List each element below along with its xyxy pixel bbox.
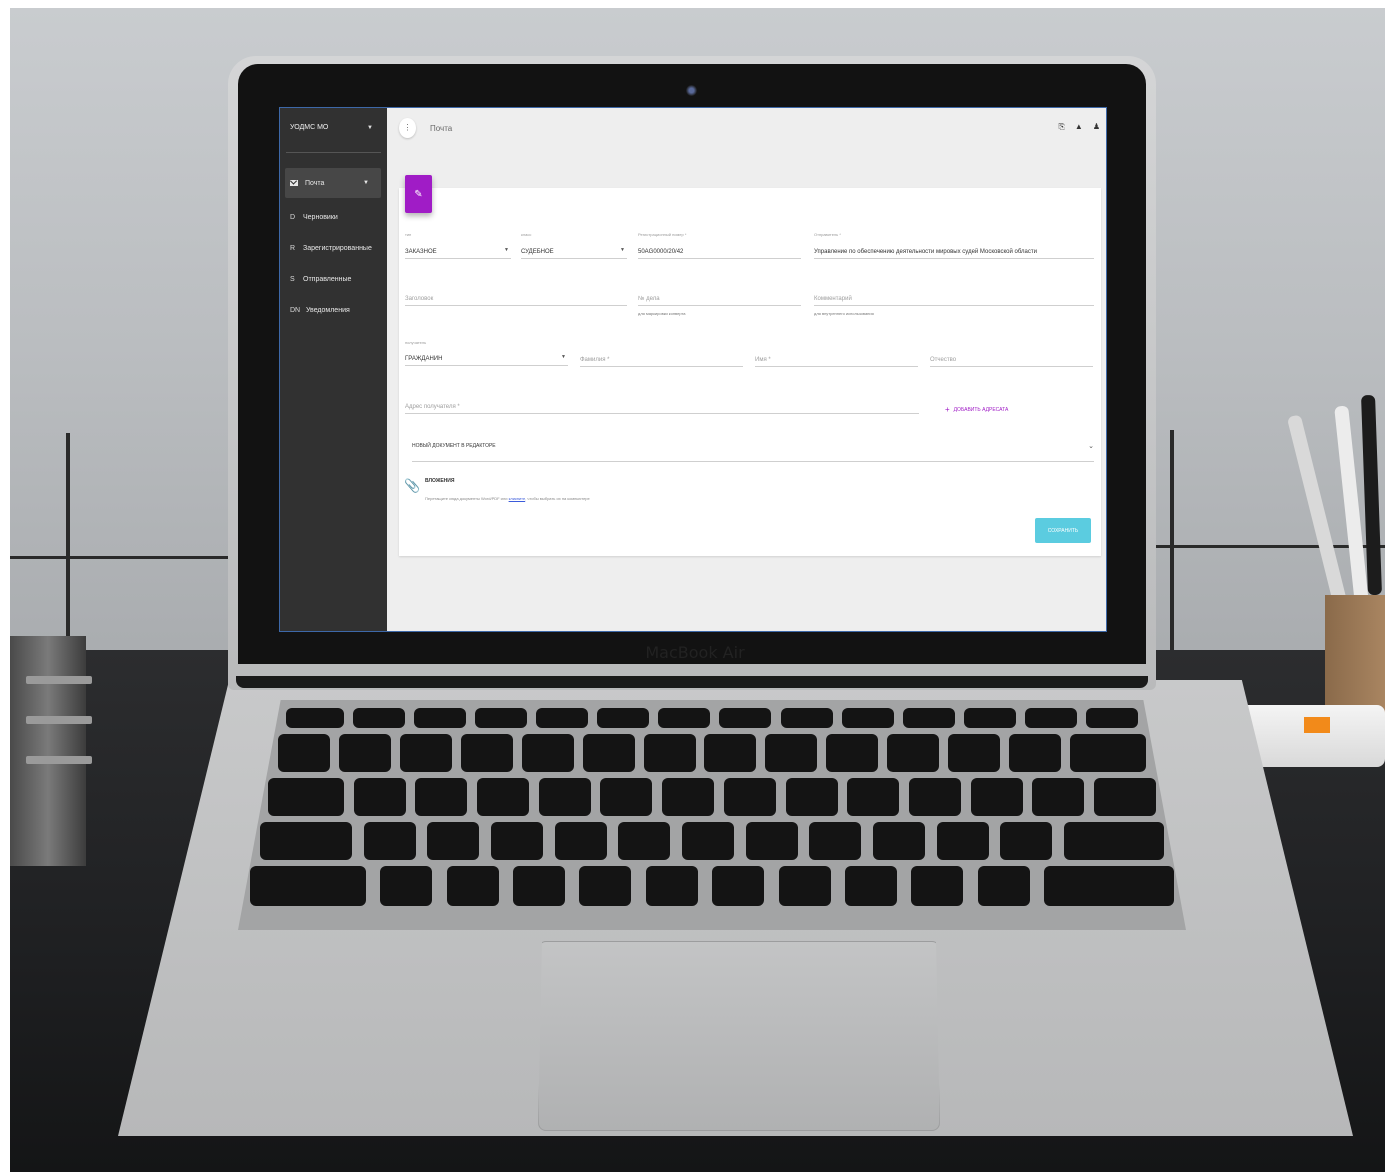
comment-placeholder: Комментарий (814, 296, 852, 302)
sidebar-item-mail[interactable]: Почта ▼ (285, 168, 381, 198)
last-name-field[interactable]: Фамилия * (580, 348, 743, 367)
app-screen: УОДМС МО ▼ Почта ▼ D Черновики R Зарегис… (279, 107, 1107, 632)
sidebar-item-mark: D (290, 213, 296, 221)
chevron-down-icon: ⌄ (1088, 442, 1094, 450)
wall-tile-line (1170, 430, 1174, 650)
sidebar-item-label: Почта (305, 179, 325, 187)
more-vert-icon[interactable]: ⋮ (399, 118, 416, 138)
comment-field[interactable]: Комментарий (814, 288, 1094, 306)
sidebar-item-label: Уведомления (306, 306, 350, 314)
laptop-hinge (236, 676, 1148, 688)
sender-value: Управление по обеспечению деятельности м… (814, 249, 1037, 255)
sidebar-item-registered[interactable]: R Зарегистрированные (285, 233, 381, 263)
class-value: СУДЕБНОЕ (521, 249, 554, 255)
paperclip-icon: 📎 (404, 478, 421, 493)
sidebar-divider (286, 152, 381, 153)
attachments-title: ВЛОЖЕНИЯ (425, 478, 455, 484)
topbar-actions: ⎘ ▲ ♟ (1059, 122, 1101, 132)
wall-tile-line (66, 433, 70, 653)
recipient-label: получатель (405, 340, 427, 345)
org-name: УОДМС МО (290, 124, 329, 131)
reg-number-field[interactable]: Регистрационный номер * 50AG0000/20/42 (638, 232, 801, 259)
dropdown-arrow-icon: ▼ (561, 354, 566, 360)
reg-number-value: 50AG0000/20/42 (638, 249, 684, 255)
patronymic-placeholder: Отчество (930, 357, 957, 363)
sidebar-item-mark: S (290, 275, 295, 283)
editor-toggle[interactable]: НОВЫЙ ДОКУМЕНТ В РЕДАКТОРЕ ⌄ (412, 430, 1094, 462)
case-number-placeholder: № дела (638, 296, 660, 302)
orange-logo (1304, 717, 1330, 733)
keyboard (238, 700, 1186, 930)
last-name-placeholder: Фамилия * (580, 357, 610, 363)
subject-field[interactable]: Заголовок (405, 288, 627, 306)
recipient-value: ГРАЖДАНИН (405, 356, 443, 362)
trackpad (538, 941, 940, 1131)
sender-label: Отправитель * (814, 232, 841, 237)
sidebar-item-sent[interactable]: S Отправленные (285, 264, 381, 294)
address-field[interactable]: Адрес получателя * (405, 396, 919, 414)
page-title: Почта (430, 124, 453, 133)
org-switcher[interactable]: УОДМС МО ▼ (280, 108, 387, 152)
case-number-field[interactable]: № дела (638, 288, 801, 306)
first-name-field[interactable]: Имя * (755, 348, 918, 367)
plus-icon: + (945, 405, 950, 414)
wall-tile-line (10, 556, 250, 559)
attachments-browse-link[interactable]: кликните (509, 496, 526, 501)
document-tray (10, 636, 92, 866)
patronymic-field[interactable]: Отчество (930, 348, 1093, 367)
sender-field[interactable]: Отправитель * Управление по обеспечению … (814, 232, 1094, 259)
attachments-hint-end: чтобы выбрать их на компьютере (527, 496, 590, 501)
reg-number-label: Регистрационный номер * (638, 232, 687, 237)
camera-icon (686, 85, 697, 96)
topbar: ⋮ Почта ⎘ ▲ ♟ (387, 108, 1106, 152)
print-icon[interactable]: ⎘ (1059, 122, 1065, 132)
dropdown-arrow-icon: ▼ (620, 247, 625, 253)
comment-hint: для внутреннего использования (814, 311, 874, 316)
user-icon[interactable]: ♟ (1093, 122, 1100, 132)
dropdown-arrow-icon: ▼ (504, 247, 509, 253)
sidebar-item-drafts[interactable]: D Черновики (285, 202, 381, 232)
sidebar-item-mark: R (290, 244, 296, 252)
attachments-hint-start: Перетащите сюда документы Word/PDF или (425, 496, 508, 501)
laptop-brand-label: MacBook Air (645, 643, 745, 662)
sidebar-item-label: Зарегистрированные (303, 244, 372, 252)
edit-icon[interactable]: ✎ (405, 175, 432, 213)
caret-down-icon: ▼ (367, 125, 373, 131)
type-label: тип (405, 232, 412, 237)
case-number-hint: для маркировки конверта (638, 311, 686, 316)
save-button[interactable]: СОХРАНИТЬ (1035, 518, 1091, 543)
address-placeholder: Адрес получателя * (405, 404, 460, 410)
envelope-icon (290, 180, 298, 186)
add-recipient-label: ДОБАВИТЬ АДРЕСАТА (953, 406, 1009, 413)
type-value: ЗАКАЗНОЕ (405, 249, 437, 255)
add-recipient-button[interactable]: + ДОБАВИТЬ АДРЕСАТА (945, 405, 1008, 414)
editor-toggle-label: НОВЫЙ ДОКУМЕНТ В РЕДАКТОРЕ (412, 442, 496, 449)
attachments-hint: Перетащите сюда документы Word/PDF или к… (425, 496, 590, 501)
sidebar: УОДМС МО ▼ Почта ▼ D Черновики R Зарегис… (280, 108, 387, 631)
sidebar-item-notifications[interactable]: DN Уведомления (285, 295, 381, 325)
class-select[interactable]: класс СУДЕБНОЕ ▼ (521, 232, 627, 259)
caret-down-icon: ▼ (363, 180, 369, 186)
first-name-placeholder: Имя * (755, 357, 771, 363)
bell-icon[interactable]: ▲ (1075, 122, 1083, 132)
type-select[interactable]: тип ЗАКАЗНОЕ ▼ (405, 232, 511, 259)
subject-placeholder: Заголовок (405, 296, 434, 302)
class-label: класс (521, 232, 532, 237)
sidebar-item-mark: DN (290, 306, 301, 314)
recipient-type-select[interactable]: получатель ГРАЖДАНИН ▼ (405, 340, 568, 366)
sidebar-item-label: Черновики (303, 213, 338, 221)
sidebar-item-label: Отправленные (303, 275, 352, 283)
